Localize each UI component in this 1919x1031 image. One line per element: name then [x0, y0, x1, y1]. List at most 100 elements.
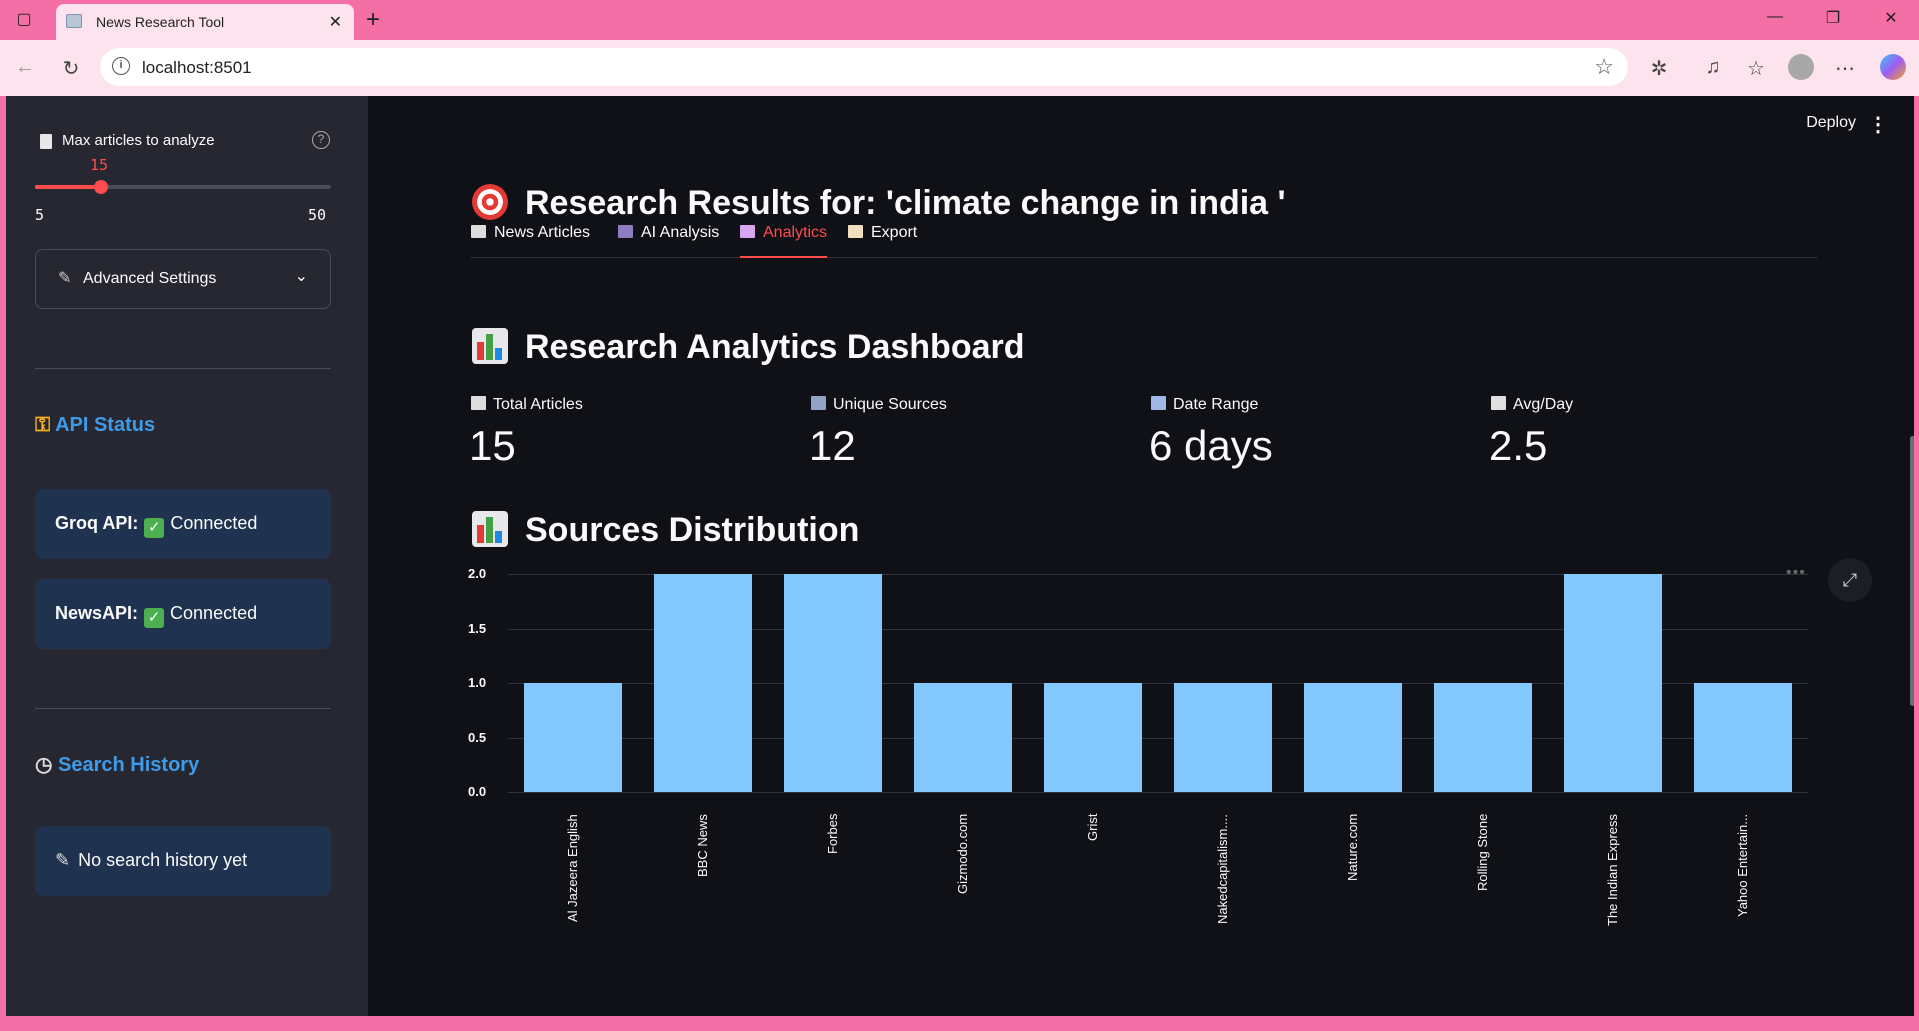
- tab-label: Export: [871, 224, 918, 241]
- extensions-icon[interactable]: ✲: [1646, 56, 1672, 81]
- slider-min: 5: [35, 206, 45, 224]
- help-icon[interactable]: ?: [312, 131, 330, 149]
- tab-bar: News Articles AI Analysis Analytics Expo…: [471, 214, 1817, 258]
- url-text: localhost:8501: [142, 58, 252, 77]
- slider-label: Max articles to analyze: [62, 132, 215, 149]
- chart-gridline: [508, 792, 1808, 793]
- search-history-card: ✎ No search history yet: [35, 826, 331, 896]
- y-tick-label: 1.5: [468, 620, 487, 636]
- groq-status: Connected: [170, 513, 258, 533]
- advanced-settings-expander[interactable]: ✎ Advanced Settings ⌄: [35, 249, 331, 309]
- favorite-star-icon[interactable]: ☆: [1594, 54, 1614, 80]
- clock-icon: ◷: [35, 754, 53, 776]
- scrollbar[interactable]: [1910, 436, 1914, 706]
- browser-toolbar: ← ↻ i localhost:8501 ☆ ✲ ♫ ☆ ⋯: [0, 40, 1919, 96]
- tab-ai-analysis[interactable]: AI Analysis: [618, 224, 719, 258]
- chart-title: Sources Distribution: [525, 511, 860, 549]
- wrench-icon: ✎: [58, 270, 72, 287]
- close-tab-icon[interactable]: ✕: [329, 12, 342, 32]
- api-status-title: API Status: [55, 414, 156, 436]
- document-icon: [40, 134, 52, 149]
- chart-bar[interactable]: [913, 683, 1013, 792]
- x-tick-label: Nakedcapitalism....: [1215, 814, 1230, 924]
- x-tick-label: Gizmodo.com: [955, 813, 970, 894]
- minimize-icon[interactable]: —: [1760, 8, 1790, 26]
- site-info-icon[interactable]: i: [112, 57, 130, 75]
- sidebar-toggle-icon[interactable]: ▢: [14, 10, 34, 30]
- newsapi-label: NewsAPI:: [55, 603, 139, 623]
- tab-export[interactable]: Export: [848, 224, 917, 258]
- profile-avatar[interactable]: [1788, 54, 1814, 80]
- main-menu-icon[interactable]: ⋮: [1868, 112, 1888, 137]
- y-tick-label: 0.0: [468, 784, 487, 799]
- sidebar: Max articles to analyze ? 15 5 50 ✎ Adva…: [6, 96, 368, 1016]
- key-icon: ⚿: [35, 414, 51, 436]
- metric-value-total-articles: 15: [469, 422, 516, 469]
- chart-bar[interactable]: [653, 574, 753, 792]
- slider-thumb[interactable]: [93, 180, 108, 194]
- tab-title: News Research Tool: [96, 14, 225, 30]
- x-tick-label: Nature.com: [1345, 813, 1360, 881]
- x-tick-label: The Indian Express: [1605, 813, 1620, 926]
- newspaper-icon: [471, 225, 486, 238]
- tab-label: News Articles: [494, 224, 591, 241]
- x-tick-label: Yahoo Entertain...: [1735, 813, 1750, 917]
- reload-icon[interactable]: ↻: [58, 56, 84, 81]
- no-history-text: No search history yet: [78, 850, 248, 870]
- favorites-icon[interactable]: ☆: [1743, 56, 1769, 81]
- chart-bar[interactable]: [1563, 574, 1663, 792]
- media-icon[interactable]: ♫: [1700, 56, 1726, 79]
- new-tab-button[interactable]: +: [366, 6, 380, 34]
- slider-max: 50: [308, 206, 327, 224]
- deploy-button[interactable]: Deploy: [1806, 114, 1856, 132]
- restore-icon[interactable]: ❐: [1818, 8, 1848, 28]
- metric-label-date-range: Date Range: [1151, 396, 1258, 414]
- calendar-icon: [1151, 396, 1166, 410]
- tab-label: AI Analysis: [641, 224, 720, 241]
- building-icon: [811, 396, 826, 410]
- metric-value-date-range: 6 days: [1149, 422, 1273, 469]
- chart-bar[interactable]: [1043, 683, 1143, 792]
- search-history-heading: ◷ Search History: [35, 752, 199, 777]
- tab-news-articles[interactable]: News Articles: [471, 224, 590, 258]
- metric-label-total-articles: Total Articles: [471, 396, 583, 414]
- bar-chart-icon: [472, 511, 508, 547]
- metric-value-avg-day: 2.5: [1489, 422, 1548, 469]
- y-tick-label: 2.0: [468, 566, 487, 581]
- back-icon[interactable]: ←: [12, 56, 38, 79]
- x-tick-label: Al Jazeera English: [565, 814, 580, 922]
- chart-bar[interactable]: [1173, 683, 1273, 792]
- y-tick-label: 1.0: [468, 675, 487, 690]
- advanced-settings-label: Advanced Settings: [83, 270, 217, 287]
- x-tick-label: Forbes: [825, 813, 840, 854]
- browser-tab[interactable]: News Research Tool ✕: [56, 4, 354, 40]
- x-tick-label: Grist: [1085, 813, 1100, 841]
- bar-chart-icon: [740, 225, 755, 238]
- fullscreen-icon[interactable]: ⤢: [1828, 558, 1872, 602]
- tab-analytics[interactable]: Analytics: [740, 224, 828, 258]
- browser-tab-bar: ▢ News Research Tool ✕ + — ❐ ✕: [0, 0, 1919, 40]
- slider-fill: [35, 185, 101, 189]
- slider-value: 15: [90, 156, 109, 174]
- newsapi-status-card: NewsAPI: ✓ Connected: [35, 579, 331, 649]
- chart-bar[interactable]: [1693, 683, 1793, 792]
- chart-bar[interactable]: [1433, 683, 1533, 792]
- newspaper-icon: [471, 396, 486, 410]
- close-window-icon[interactable]: ✕: [1876, 8, 1906, 28]
- sources-bar-chart: 0.0 0.5 1.0 1.5 2.0 Al Jazeera English BBC New…: [463, 562, 1813, 992]
- more-menu-icon[interactable]: ⋯: [1832, 56, 1858, 81]
- sidebar-divider: [35, 368, 331, 369]
- copilot-icon[interactable]: [1880, 54, 1906, 80]
- search-history-title: Search History: [58, 754, 200, 776]
- bar-chart-icon: [472, 328, 508, 364]
- robot-icon: [618, 225, 633, 238]
- groq-status-card: Groq API: ✓ Connected: [35, 489, 331, 559]
- sidebar-divider: [35, 708, 331, 709]
- check-icon: ✓: [144, 608, 165, 628]
- address-bar[interactable]: i localhost:8501 ☆: [100, 48, 1628, 86]
- api-status-heading: ⚿ API Status: [35, 414, 155, 437]
- chart-bar[interactable]: [523, 683, 623, 792]
- chart-bar[interactable]: [783, 574, 883, 792]
- metric-value-unique-sources: 12: [809, 422, 856, 469]
- chart-bar[interactable]: [1303, 683, 1403, 792]
